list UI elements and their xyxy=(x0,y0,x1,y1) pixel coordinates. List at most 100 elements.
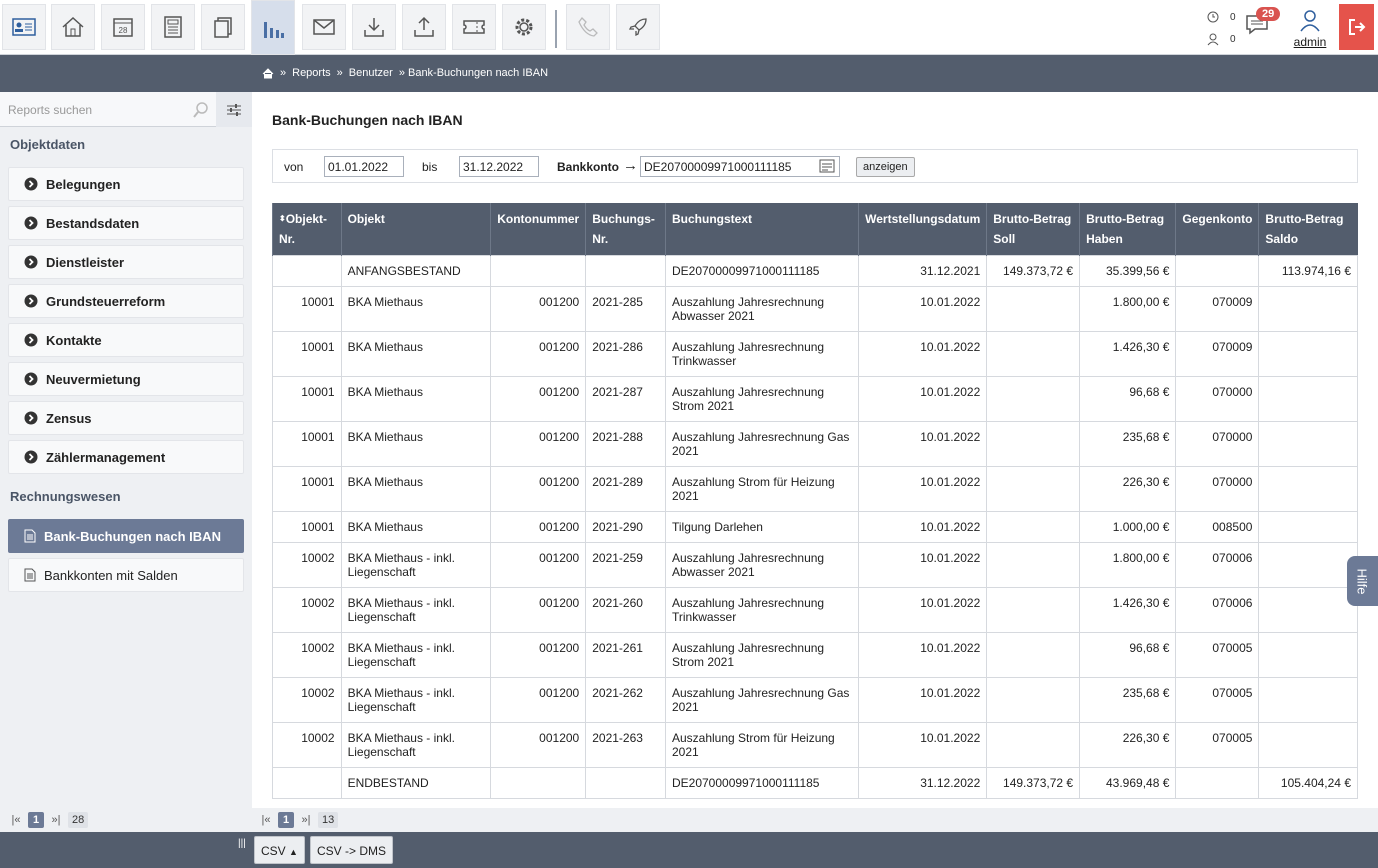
current-page[interactable]: 1 xyxy=(278,812,294,828)
table-cell xyxy=(986,632,1081,678)
sidebar-item-4[interactable]: Kontakte xyxy=(8,323,244,357)
table-row[interactable]: 10002 BKA Miethaus - inkl. Liegenschaft 00… xyxy=(272,542,1358,588)
column-header[interactable]: Buchungs-Nr. xyxy=(585,203,666,256)
table-cell: 10001 xyxy=(272,421,342,467)
table-cell: BKA Miethaus xyxy=(340,466,492,512)
documents-icon[interactable] xyxy=(201,4,245,50)
table-row[interactable]: 10002 BKA Miethaus - inkl. Liegenschaft 00… xyxy=(272,632,1358,678)
sidebar-item-6[interactable]: Zensus xyxy=(8,401,244,435)
table-row[interactable]: 10002 BKA Miethaus - inkl. Liegenschaft 00… xyxy=(272,722,1358,768)
column-header[interactable]: Brutto-Betrag Saldo xyxy=(1258,203,1358,256)
calendar-icon[interactable]: 28 xyxy=(101,4,145,50)
table-row[interactable]: 10001 BKA Miethaus 001200 2021-289 Auszahlun… xyxy=(272,466,1358,512)
user-name[interactable]: admin xyxy=(1292,35,1328,49)
user-menu[interactable]: admin xyxy=(1292,8,1328,49)
table-row[interactable]: 10001 BKA Miethaus 001200 2021-290 Tilgung D… xyxy=(272,511,1358,543)
sidebar-item-label: Zählermanagement xyxy=(46,449,166,465)
table-cell: BKA Miethaus - inkl. Liegenschaft xyxy=(340,632,492,678)
table-row[interactable]: 10002 BKA Miethaus - inkl. Liegenschaft 00… xyxy=(272,587,1358,633)
resize-handle[interactable]: ||| xyxy=(238,838,246,849)
bis-date-input[interactable]: 31.12.2022 xyxy=(459,156,539,177)
csv-button[interactable]: CSV ▲ xyxy=(254,836,305,864)
table-row[interactable]: ENDBESTAND DE20700009971000111185 31.12.20… xyxy=(272,767,1358,799)
column-header[interactable]: Brutto-Betrag Haben xyxy=(1079,203,1176,256)
gear-icon[interactable] xyxy=(502,4,546,50)
csv-dms-button[interactable]: CSV -> DMS xyxy=(310,836,394,864)
table-cell: 10001 xyxy=(272,286,342,332)
table-row[interactable]: ANFANGSBESTAND DE20700009971000111185 31.1… xyxy=(272,255,1358,287)
table-cell: 2021-260 xyxy=(585,587,666,633)
column-header[interactable]: Brutto-Betrag Soll xyxy=(986,203,1080,256)
sidebar-item-5[interactable]: Neuvermietung xyxy=(8,362,244,396)
table-cell: 001200 xyxy=(490,677,587,723)
help-tab[interactable]: Hilfe xyxy=(1347,556,1378,606)
column-label: Wertstellungsdatum xyxy=(865,212,981,226)
sidebar-item-3[interactable]: Grundsteuerreform xyxy=(8,284,244,318)
breadcrumb-reports[interactable]: Reports xyxy=(292,67,331,79)
table-cell: Auszahlung Jahresrechnung Trinkwasser xyxy=(664,587,860,633)
table-cell: BKA Miethaus xyxy=(340,376,492,422)
von-date-input[interactable]: 01.01.2022 xyxy=(324,156,404,177)
table-row[interactable]: 10001 BKA Miethaus 001200 2021-288 Auszahlun… xyxy=(272,421,1358,467)
home-icon[interactable] xyxy=(51,4,95,50)
column-header[interactable]: Wertstellungsdatum xyxy=(858,203,987,256)
column-header[interactable]: Buchungstext xyxy=(664,203,859,256)
sidebar-item-7[interactable]: Zählermanagement xyxy=(8,440,244,474)
picker-icon[interactable] xyxy=(819,158,835,174)
report-bankkonten[interactable]: Bankkonten mit Salden xyxy=(8,558,244,592)
table-row[interactable]: 10002 BKA Miethaus - inkl. Liegenschaft 00… xyxy=(272,677,1358,723)
column-header[interactable]: Gegenkonto xyxy=(1175,203,1259,256)
first-page-button[interactable]: |« xyxy=(258,812,274,828)
counter-2[interactable]: 0 xyxy=(1206,32,1236,46)
download-icon[interactable] xyxy=(352,4,396,50)
help-label: Hilfe xyxy=(1354,567,1370,595)
calendar-day: 28 xyxy=(119,26,128,35)
table-cell: BKA Miethaus xyxy=(340,511,492,543)
table-cell: 10.01.2022 xyxy=(858,376,988,422)
phone-icon[interactable] xyxy=(566,4,610,50)
report-bank-buchungen[interactable]: Bank-Buchungen nach IBAN xyxy=(8,519,244,553)
home-icon[interactable] xyxy=(262,67,274,79)
calculator-icon[interactable] xyxy=(151,4,195,50)
von-label: von xyxy=(284,160,304,174)
mail-icon[interactable] xyxy=(302,4,346,50)
bankkonto-input[interactable]: DE20700009971000111185 xyxy=(640,156,840,177)
table-cell: Auszahlung Jahresrechnung Trinkwasser xyxy=(664,331,860,377)
logout-button[interactable] xyxy=(1339,4,1374,50)
counter-1[interactable]: 0 xyxy=(1206,10,1236,24)
column-header[interactable]: Kontonummer xyxy=(490,203,586,256)
table-cell xyxy=(585,767,666,799)
table-row[interactable]: 10001 BKA Miethaus 001200 2021-286 Auszahlun… xyxy=(272,331,1358,377)
filter-settings-button[interactable] xyxy=(216,92,252,127)
anzeigen-button[interactable]: anzeigen xyxy=(856,157,915,177)
table-cell: 10002 xyxy=(272,677,342,723)
contact-card-icon[interactable] xyxy=(2,4,46,50)
last-page-button[interactable]: »| xyxy=(48,812,64,828)
sidebar-item-0[interactable]: Belegungen xyxy=(8,167,244,201)
table-row[interactable]: 10001 BKA Miethaus 001200 2021-287 Auszahlun… xyxy=(272,376,1358,422)
table-cell: 226,30 € xyxy=(1079,466,1177,512)
last-page-button[interactable]: »| xyxy=(298,812,314,828)
column-header[interactable]: ⬍Objekt-Nr. xyxy=(272,203,342,256)
bar-chart-icon[interactable] xyxy=(251,0,295,55)
rocket-icon[interactable] xyxy=(616,4,660,50)
table-cell: 001200 xyxy=(490,331,587,377)
chevron-circle-icon xyxy=(24,450,38,464)
report-search[interactable]: Reports suchen xyxy=(0,92,252,127)
current-page[interactable]: 1 xyxy=(28,812,44,828)
sidebar-item-1[interactable]: Bestandsdaten xyxy=(8,206,244,240)
search-input[interactable]: Reports suchen xyxy=(8,103,92,117)
table-cell: BKA Miethaus xyxy=(340,421,492,467)
sidebar-item-label: Grundsteuerreform xyxy=(46,293,166,309)
search-icon[interactable] xyxy=(192,101,210,119)
table-cell: 070000 xyxy=(1175,466,1260,512)
bookings-table: ⬍Objekt-Nr. Objekt Kontonummer Buchungs-Nr.… xyxy=(272,203,1358,799)
ticket-icon[interactable] xyxy=(452,4,496,50)
table-cell: 070000 xyxy=(1175,421,1260,467)
column-header[interactable]: Objekt xyxy=(340,203,491,256)
sidebar-item-2[interactable]: Dienstleister xyxy=(8,245,244,279)
upload-icon[interactable] xyxy=(402,4,446,50)
table-row[interactable]: 10001 BKA Miethaus 001200 2021-285 Auszahlun… xyxy=(272,286,1358,332)
breadcrumb-benutzer[interactable]: Benutzer xyxy=(349,67,393,79)
first-page-button[interactable]: |« xyxy=(8,812,24,828)
